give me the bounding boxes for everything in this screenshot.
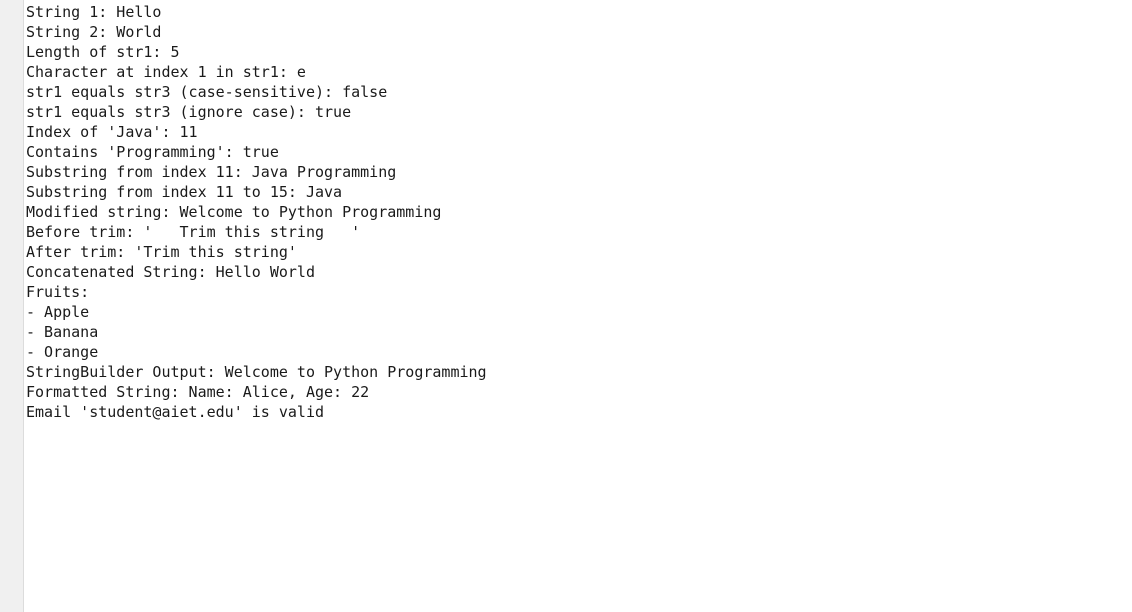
output-line: Character at index 1 in str1: e [26,63,306,81]
output-line: Index of 'Java': 11 [26,123,198,141]
output-line: Substring from index 11 to 15: Java [26,183,343,201]
output-line: Contains 'Programming': true [26,143,279,161]
console-window[interactable]: String 1: Hello String 2: World Length o… [0,0,1132,612]
console-output[interactable]: String 1: Hello String 2: World Length o… [26,2,1132,612]
output-line: Modified string: Welcome to Python Progr… [26,203,442,221]
output-line: str1 equals str3 (ignore case): true [26,103,352,121]
output-line: Substring from index 11: Java Programmin… [26,163,397,181]
output-line: After trim: 'Trim this string' [26,243,297,261]
output-line: Concatenated String: Hello World [26,263,315,281]
output-line: str1 equals str3 (case-sensitive): false [26,83,388,101]
output-line: String 2: World [26,23,162,41]
output-line: StringBuilder Output: Welcome to Python … [26,363,487,381]
output-line: String 1: Hello [26,3,162,21]
output-line: - Orange [26,343,99,361]
console-gutter [0,0,24,612]
output-line: - Apple [26,303,90,321]
output-line: Email 'student@aiet.edu' is valid [26,403,325,421]
output-line: Before trim: ' Trim this string ' [26,223,361,241]
output-line: Fruits: [26,283,90,301]
output-line: Length of str1: 5 [26,43,180,61]
output-line: - Banana [26,323,99,341]
output-line: Formatted String: Name: Alice, Age: 22 [26,383,370,401]
